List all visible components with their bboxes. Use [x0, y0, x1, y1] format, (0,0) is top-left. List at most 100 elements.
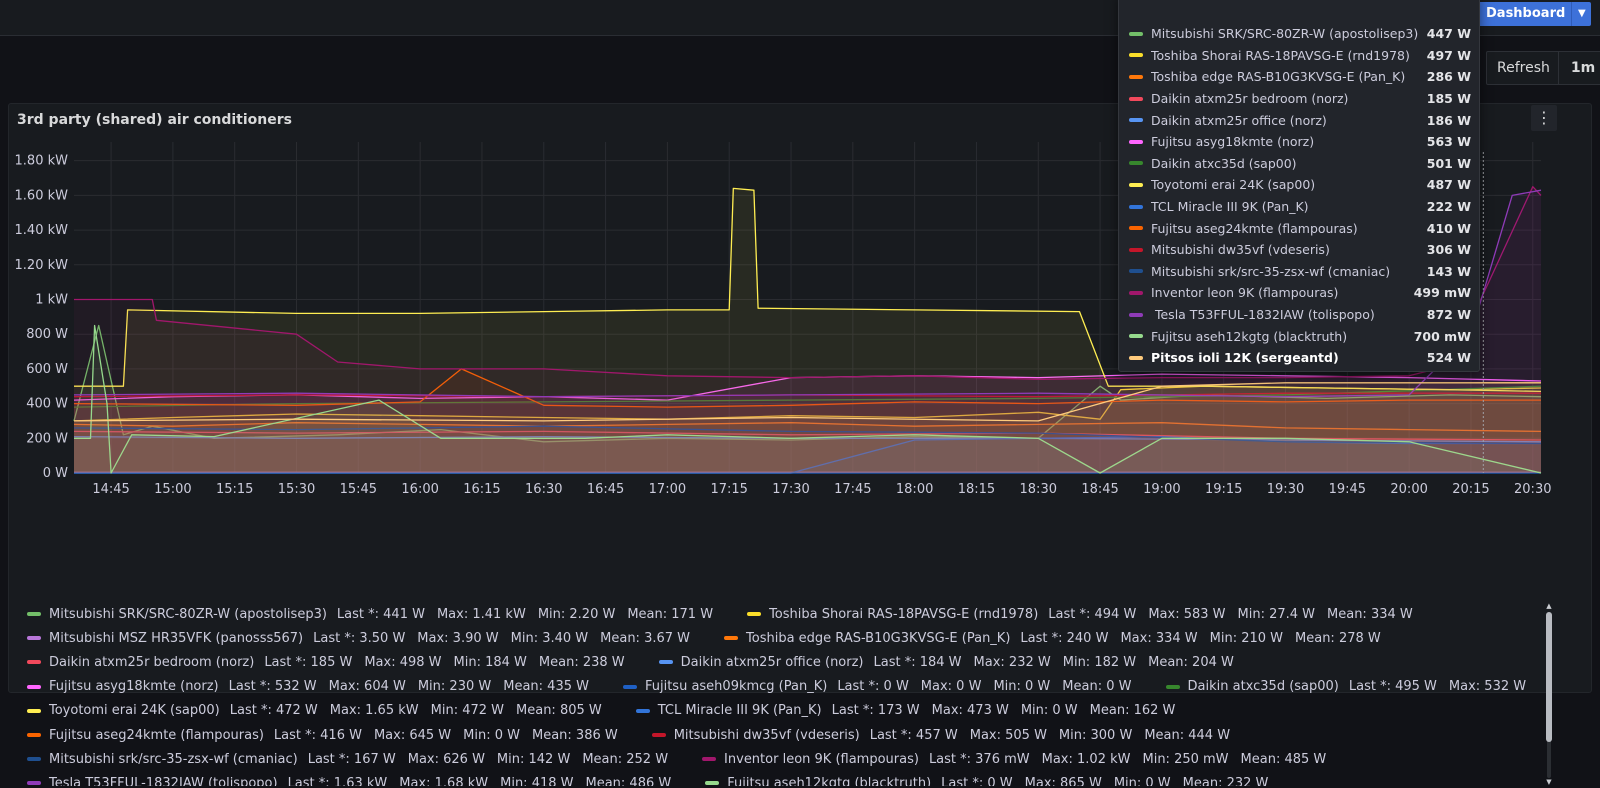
legend-swatch: [622, 684, 637, 689]
tooltip-row: Tesla T53FFUL-1832IAW (tolispopo) 872 W: [1119, 304, 1479, 326]
legend-stat-max: Max: 865 W: [1024, 775, 1102, 786]
legend-stat-last: Last *: 240 W: [1020, 630, 1109, 646]
tooltip-value: 286 W: [1426, 69, 1471, 85]
legend-item[interactable]: Daikin atxm25r bedroom (norz) Last *: 185…: [27, 655, 637, 670]
legend-item[interactable]: Toshiba edge RAS-B10G3KVSG-E (Pan_K) Last…: [724, 631, 1393, 646]
legend-item[interactable]: Daikin atxm25r office (norz) Last *: 184 …: [658, 654, 1246, 670]
refresh-button[interactable]: Refresh: [1487, 60, 1558, 76]
legend-item[interactable]: Mitsubishi SRK/SRC-80ZR-W (apostolisep3)…: [27, 607, 725, 622]
tooltip-series-name: Toshiba edge RAS-B10G3KVSG-E (Pan_K): [1151, 69, 1406, 85]
tooltip-value: 447 W: [1426, 26, 1471, 42]
legend-stat-mean: Mean: 204 W: [1148, 654, 1234, 670]
tooltip-value: 872 W: [1426, 307, 1471, 323]
tooltip-value: 186 W: [1426, 112, 1471, 128]
tooltip-series-name: Tesla T53FFUL-1832IAW (tolispopo): [1151, 307, 1375, 323]
tooltip-series-name: Daikin atxm25r office (norz): [1151, 112, 1327, 128]
tooltip-row: Mitsubishi dw35vf (vdeseris) 306 W: [1119, 239, 1479, 261]
legend-stat-min: Min: 0 W: [993, 679, 1051, 695]
legend-stat-last: Last *: 376 mW: [928, 751, 1030, 767]
tooltip-row: TCL Miracle III 9K (Pan_K) 222 W: [1119, 196, 1479, 218]
legend-stat-mean: Mean: 386 W: [531, 727, 618, 743]
legend-item[interactable]: Toshiba Shorai RAS-18PAVSG-E (rnd1978) La…: [747, 607, 1425, 622]
legend-series-name: Toshiba edge RAS-B10G3KVSG-E (Pan_K): [746, 630, 1011, 646]
legend-stat-mean: Mean: 444 W: [1144, 727, 1231, 743]
x-tick-label: 19:45: [1329, 482, 1366, 496]
legend-swatch: [635, 708, 650, 713]
legend-item[interactable]: Daikin atxc35d (sap00) Last *: 495 W Max: …: [1165, 679, 1538, 695]
legend-series-name: Toyotomi erai 24K (sap00): [49, 703, 220, 719]
legend-stat-min: Min: 250 mW: [1142, 751, 1229, 767]
tooltip-swatch: [1129, 139, 1143, 144]
legend-row: Daikin atxm25r bedroom (norz) Last *: 185…: [17, 650, 1537, 674]
legend-stat-min: Min: 472 W: [430, 703, 505, 719]
legend-stat-min: Min: 3.40 W: [510, 630, 589, 646]
tooltip-row: Toshiba Shorai RAS-18PAVSG-E (rnd1978) 49…: [1119, 45, 1479, 67]
legend-swatch: [747, 612, 762, 617]
tooltip-row: Pitsos ioli 12K (sergeantd) 524 W: [1119, 347, 1479, 369]
legend-swatch: [27, 684, 41, 689]
tooltip-row: Daikin atxm25r bedroom (norz) 185 W: [1119, 88, 1479, 110]
legend-item[interactable]: Mitsubishi MSZ HR35VFK (panosss567) Last …: [27, 631, 702, 646]
scroll-down-icon[interactable]: ▼: [1545, 778, 1553, 786]
legend-series-name: Daikin atxm25r office (norz): [680, 654, 864, 670]
tooltip-swatch: [1129, 247, 1143, 252]
tooltip-swatch: [1129, 182, 1143, 187]
legend-stat-max: Max: 1.41 kW: [436, 606, 526, 622]
legend-item[interactable]: Mitsubishi srk/src-35-zsx-wf (cmaniac) La…: [27, 752, 680, 767]
legend-stat-mean: Mean: 278 W: [1295, 630, 1381, 646]
chart-tooltip: Mitsubishi SRK/SRC-80ZR-W (apostolisep3)…: [1118, 0, 1480, 372]
x-tick-label: 19:00: [1143, 482, 1180, 496]
legend-series-name: TCL Miracle III 9K (Pan_K): [657, 703, 822, 719]
legend-item[interactable]: Fujitsu aseg24kmte (flampouras) Last *: 4…: [27, 728, 630, 743]
chevron-down-icon[interactable]: ▼: [1571, 2, 1592, 26]
tooltip-swatch: [1129, 74, 1143, 79]
tooltip-value: 143 W: [1426, 263, 1471, 279]
tooltip-row: Daikin atxc35d (sap00) 501 W: [1119, 153, 1479, 175]
x-tick-label: 19:30: [1267, 482, 1304, 496]
legend-stat-min: Min: 0 W: [1113, 775, 1171, 786]
legend-swatch: [651, 733, 666, 738]
legend-series-name: Daikin atxc35d (sap00): [1187, 679, 1339, 695]
y-tick-label: 400 W: [26, 397, 68, 412]
legend-item[interactable]: Inventor leon 9K (flampouras) Last *: 376…: [702, 752, 1338, 767]
legend-stat-min: Min: 142 W: [496, 751, 571, 767]
legend-stat-mean: Mean: 805 W: [516, 703, 602, 719]
legend-item[interactable]: Tesla T53FFUL-1832IAW (tolispopo) Last *:…: [27, 776, 683, 786]
tooltip-series-name: Mitsubishi SRK/SRC-80ZR-W (apostolisep3): [1151, 26, 1419, 42]
tooltip-value: 700 mW: [1413, 328, 1471, 344]
y-tick-label: 200 W: [26, 431, 68, 446]
scrollbar-thumb[interactable]: [1546, 612, 1552, 742]
refresh-interval-select[interactable]: 1m ⌄: [1557, 52, 1600, 84]
legend-item[interactable]: Fujitsu asyg18kmte (norz) Last *: 532 W Ma…: [27, 679, 601, 694]
legend-swatch: [1165, 684, 1180, 689]
legend-stat-mean: Mean: 486 W: [585, 775, 672, 786]
x-tick-label: 16:00: [401, 482, 438, 496]
tooltip-swatch: [1129, 269, 1143, 274]
legend-scrollbar[interactable]: ▲ ▼: [1545, 602, 1553, 788]
scroll-up-icon[interactable]: ▲: [1545, 602, 1553, 610]
legend-stat-max: Max: 505 W: [969, 727, 1047, 743]
legend-item[interactable]: Fujitsu aseh09kmcg (Pan_K) Last *: 0 W Max…: [622, 679, 1144, 695]
legend-swatch: [705, 781, 720, 786]
y-tick-label: 600 W: [26, 362, 68, 377]
legend-swatch: [27, 636, 41, 641]
dashboard-button-label: Dashboard: [1468, 2, 1572, 26]
legend-item[interactable]: TCL Miracle III 9K (Pan_K) Last *: 173 W M…: [635, 703, 1188, 719]
y-tick-label: 1 kW: [35, 292, 68, 307]
legend-stat-max: Max: 1.68 kW: [399, 775, 489, 786]
tooltip-swatch: [1129, 312, 1143, 317]
tooltip-swatch: [1129, 161, 1143, 166]
legend-item[interactable]: Toyotomi erai 24K (sap00) Last *: 472 W Ma…: [27, 703, 614, 718]
x-tick-label: 18:15: [958, 482, 995, 496]
tooltip-value: 499 mW: [1413, 285, 1471, 301]
x-tick-label: 18:00: [896, 482, 933, 496]
y-tick-label: 1.40 kW: [15, 223, 69, 238]
legend-row: Mitsubishi MSZ HR35VFK (panosss567) Last …: [17, 626, 1537, 650]
legend-item[interactable]: Mitsubishi dw35vf (vdeseris) Last *: 457 …: [651, 727, 1242, 743]
legend-item[interactable]: Fujitsu aseh12kgtg (blacktruth) Last *: 0…: [705, 776, 1280, 786]
legend-stat-mean: Mean: 238 W: [538, 654, 625, 670]
legend-stat-max: Max: 645 W: [373, 727, 452, 743]
tooltip-swatch: [1129, 355, 1143, 360]
legend-stat-max: Max: 626 W: [407, 751, 485, 767]
dashboard-button[interactable]: Dashboard ▼: [1468, 2, 1592, 26]
